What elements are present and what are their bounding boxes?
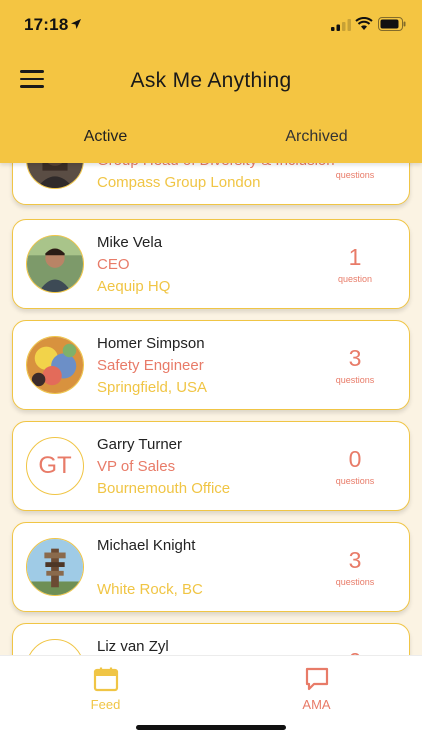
chat-bubble-icon bbox=[305, 667, 328, 691]
question-count: 0 bbox=[348, 446, 362, 472]
question-count-label: questions bbox=[335, 577, 375, 587]
ama-card[interactable]: GT Garry Turner VP of Sales Bournemouth … bbox=[12, 421, 410, 511]
card-name: Homer Simpson bbox=[97, 335, 205, 352]
status-time: 17:18 bbox=[24, 15, 69, 34]
avatar bbox=[26, 336, 84, 394]
question-count-label: questions bbox=[335, 476, 375, 486]
ama-list[interactable]: Group Head of Diversity & Inclusion Comp… bbox=[0, 163, 422, 655]
tab-ama[interactable]: AMA bbox=[211, 666, 422, 714]
app-header: 17:18 Ask Me Anything Active Archived bbox=[0, 0, 422, 163]
ama-card[interactable]: Michael Knight White Rock, BC 3 question… bbox=[12, 522, 410, 612]
ama-card[interactable]: Homer Simpson Safety Engineer Springfiel… bbox=[12, 320, 410, 410]
ama-card[interactable]: Group Head of Diversity & Inclusion Comp… bbox=[12, 163, 410, 205]
question-count: 1 bbox=[348, 244, 362, 270]
home-indicator bbox=[136, 725, 286, 730]
question-count: 3 bbox=[348, 345, 362, 371]
card-role: CEO bbox=[97, 256, 130, 273]
question-count-label: questions bbox=[335, 375, 375, 385]
battery-icon bbox=[378, 17, 406, 31]
card-name: Mike Vela bbox=[97, 234, 163, 251]
card-location: Bournemouth Office bbox=[97, 480, 231, 497]
card-role: Group Head of Diversity & Inclusion bbox=[97, 163, 335, 169]
card-role: VP of Sales bbox=[97, 458, 176, 475]
card-role: Safety Engineer bbox=[97, 357, 204, 374]
page-title: Ask Me Anything bbox=[130, 69, 292, 92]
card-location: White Rock, BC bbox=[97, 581, 203, 598]
card-location: Springfield, USA bbox=[97, 379, 208, 396]
location-arrow-icon bbox=[71, 19, 81, 29]
tab-feed-label: Feed bbox=[90, 697, 121, 712]
tab-feed[interactable]: Feed bbox=[0, 666, 211, 714]
question-count-label: question bbox=[337, 274, 373, 284]
tab-archived[interactable]: Archived bbox=[211, 128, 422, 146]
question-count-label: questions bbox=[335, 170, 375, 180]
avatar bbox=[26, 235, 84, 293]
avatar bbox=[26, 538, 84, 596]
question-count: 3 bbox=[348, 547, 362, 573]
card-name: Garry Turner bbox=[97, 436, 183, 453]
card-location: Compass Group London bbox=[97, 174, 261, 191]
ama-card[interactable]: Mike Vela CEO Aequip HQ 1 question bbox=[12, 219, 410, 309]
question-count: 0 bbox=[325, 648, 385, 655]
cellular-signal-icon bbox=[331, 19, 351, 31]
calendar-icon bbox=[93, 667, 118, 692]
card-name: Michael Knight bbox=[97, 537, 196, 554]
avatar-initials: GT bbox=[26, 437, 84, 495]
ama-card[interactable]: Liz van Zyl 0 bbox=[12, 623, 410, 655]
avatar bbox=[26, 639, 84, 655]
bottom-tab-bar: Feed AMA bbox=[0, 655, 422, 750]
card-location: Aequip HQ bbox=[97, 278, 171, 295]
tab-active[interactable]: Active bbox=[0, 128, 211, 146]
status-bar: 17:18 bbox=[0, 0, 422, 50]
tab-ama-label: AMA bbox=[302, 697, 331, 712]
wifi-icon bbox=[355, 17, 373, 30]
avatar bbox=[26, 163, 84, 189]
card-name: Liz van Zyl bbox=[97, 638, 169, 655]
